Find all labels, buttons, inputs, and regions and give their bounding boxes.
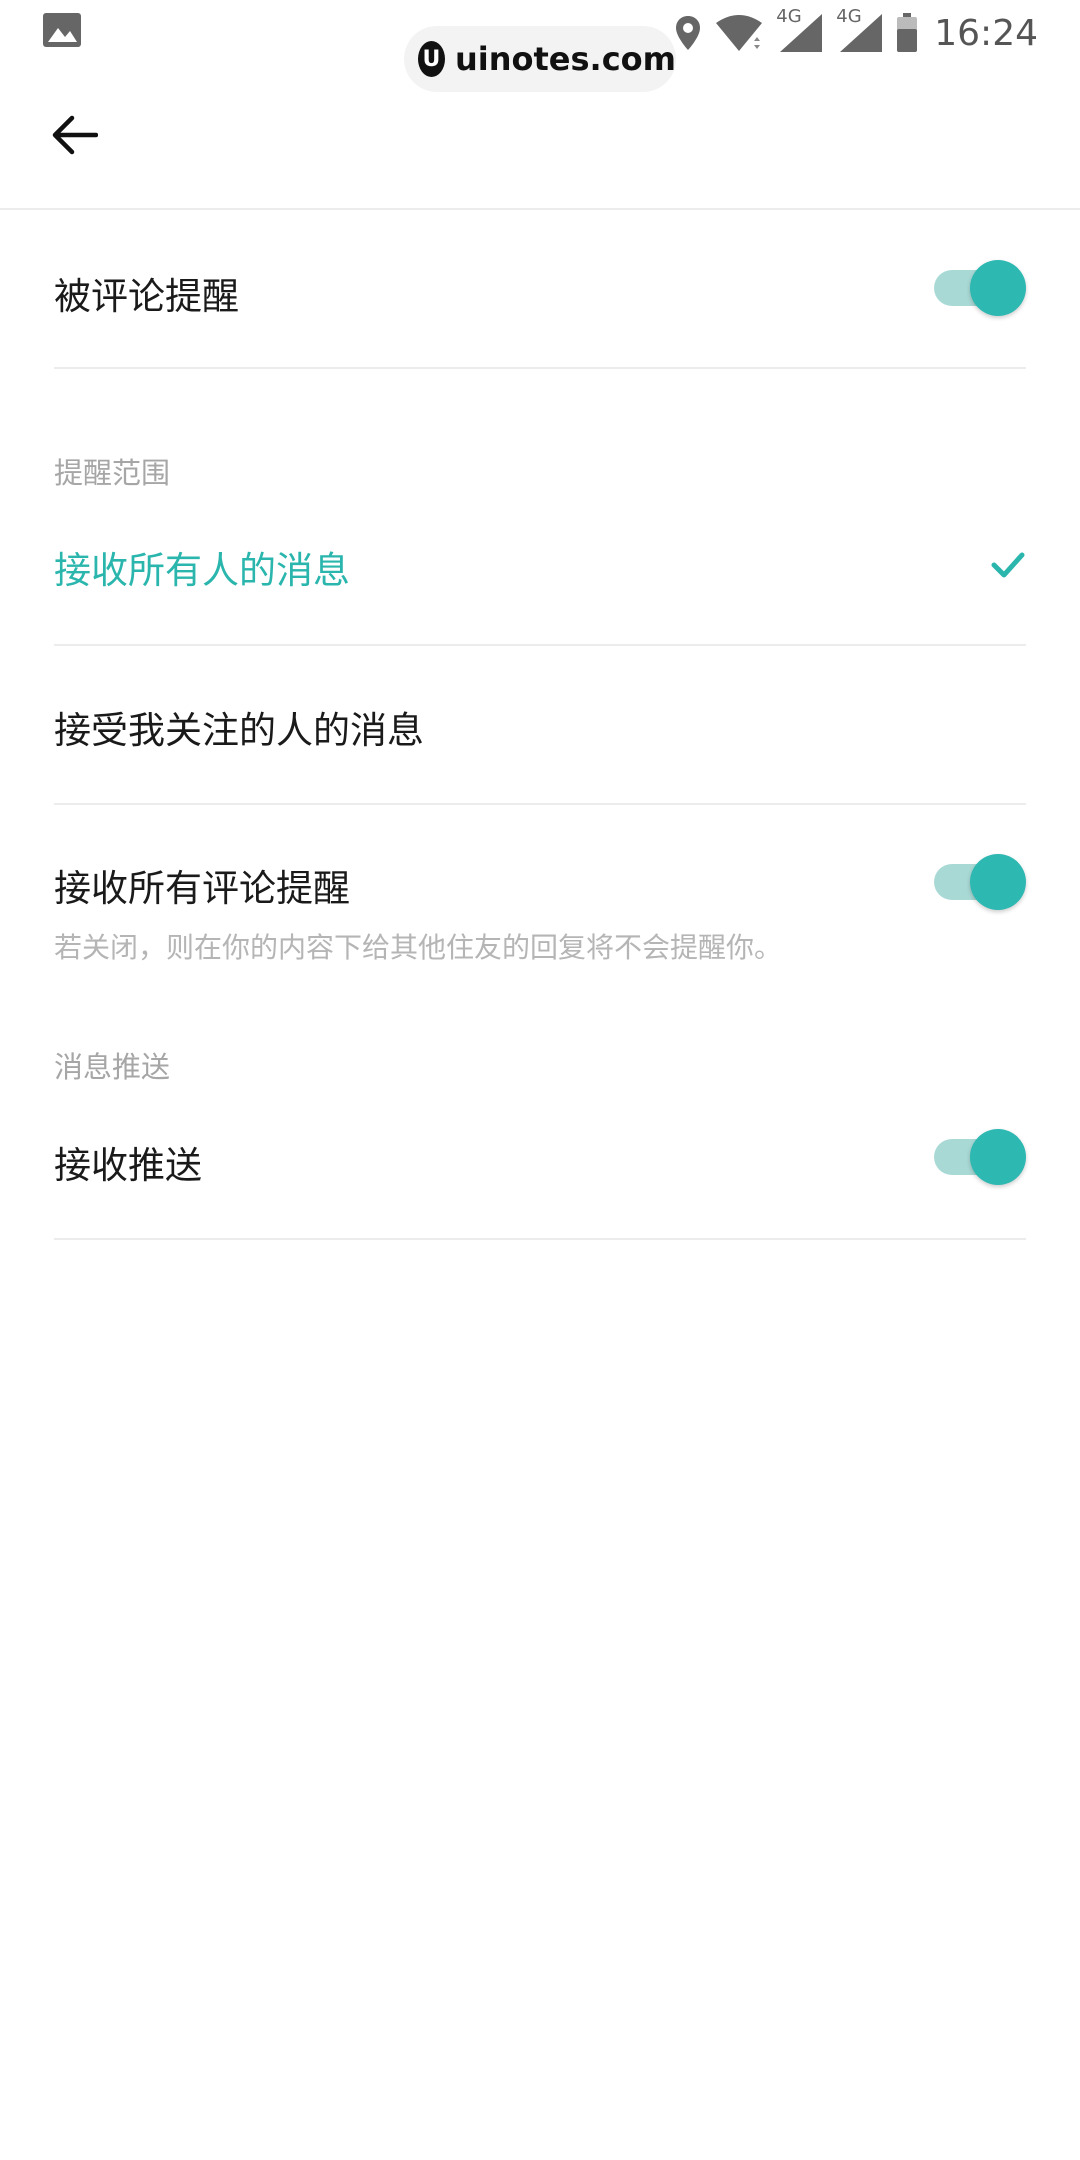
scope-following-option[interactable]: 接受我关注的人的消息 bbox=[54, 690, 1026, 760]
comment-reminder-row[interactable]: 被评论提醒 bbox=[54, 250, 1026, 330]
all-comments-description: 若关闭，则在你的内容下给其他住友的回复将不会提醒你。 bbox=[54, 931, 783, 964]
status-icons: 4G 4G 16:24 bbox=[662, 6, 1038, 58]
push-row[interactable]: 接收推送 bbox=[54, 1125, 1026, 1195]
signal-icon: 4G bbox=[836, 6, 884, 54]
wifi-icon bbox=[714, 13, 764, 53]
comment-reminder-label: 被评论提醒 bbox=[54, 275, 239, 318]
push-label: 接收推送 bbox=[54, 1144, 202, 1187]
scope-all-option[interactable]: 接收所有人的消息 bbox=[54, 530, 1026, 600]
location-icon bbox=[674, 15, 702, 51]
divider bbox=[54, 1238, 1026, 1240]
status-time: 16:24 bbox=[934, 12, 1038, 54]
comment-reminder-toggle[interactable] bbox=[934, 260, 1026, 316]
reminder-scope-section-label: 提醒范围 bbox=[54, 456, 171, 490]
all-comments-toggle[interactable] bbox=[934, 854, 1026, 910]
divider bbox=[54, 367, 1026, 369]
network-type-label: 4G bbox=[776, 6, 802, 27]
push-toggle[interactable] bbox=[934, 1129, 1026, 1185]
app-bar bbox=[0, 72, 1080, 210]
divider bbox=[54, 644, 1026, 646]
status-bar: U uinotes.com 4G 4G 16:24 bbox=[0, 0, 1080, 92]
all-comments-label: 接收所有评论提醒 bbox=[54, 867, 350, 910]
scope-following-label: 接受我关注的人的消息 bbox=[54, 709, 424, 752]
battery-icon bbox=[896, 13, 918, 53]
all-comments-row[interactable]: 接收所有评论提醒 bbox=[54, 848, 1026, 918]
signal-icon: 4G bbox=[776, 6, 824, 54]
back-arrow-icon bbox=[52, 115, 98, 155]
back-button[interactable] bbox=[40, 100, 110, 170]
scope-all-label: 接收所有人的消息 bbox=[54, 549, 350, 592]
check-icon bbox=[990, 547, 1026, 583]
network-type-label: 4G bbox=[836, 6, 862, 27]
push-section-label: 消息推送 bbox=[54, 1050, 171, 1084]
screen: U uinotes.com 4G 4G 16:24 被评论提醒 提醒范围 接收所… bbox=[0, 0, 1080, 2160]
divider bbox=[54, 803, 1026, 805]
image-icon bbox=[42, 12, 82, 48]
